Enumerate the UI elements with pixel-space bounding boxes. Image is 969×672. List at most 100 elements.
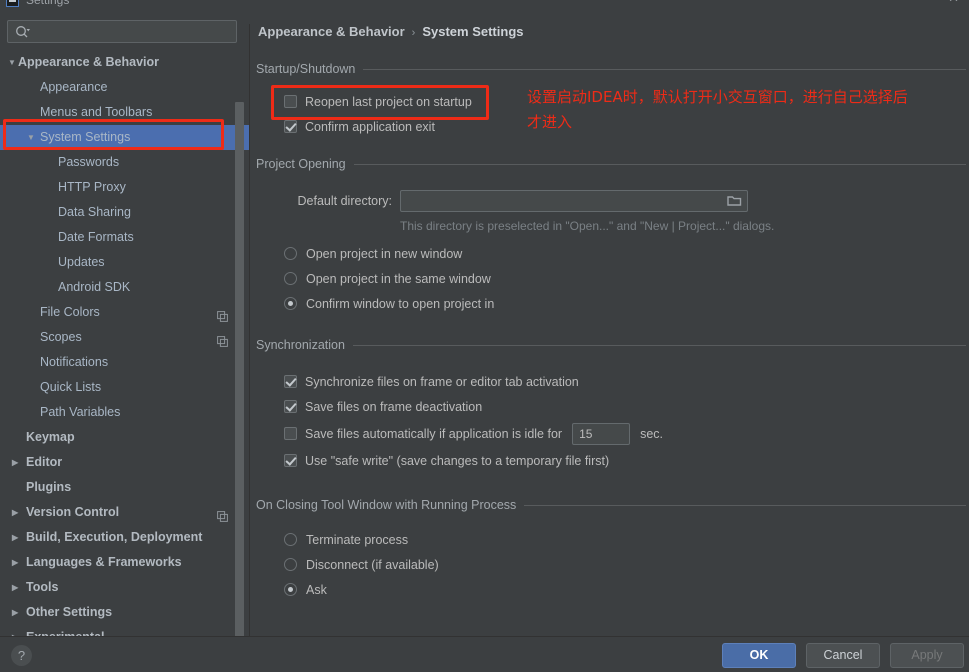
confirm-exit-checkbox-row[interactable]: Confirm application exit	[284, 114, 966, 139]
sidebar-item-editor[interactable]: ▶ Editor	[0, 450, 250, 475]
sidebar-scrollbar-track[interactable]	[235, 54, 247, 636]
project-opening-option-row[interactable]: Open project in new window	[284, 241, 966, 266]
search-input[interactable]	[36, 23, 232, 41]
confirm-application-exit-checkbox[interactable]	[284, 120, 297, 133]
breadcrumb-root[interactable]: Appearance & Behavior	[258, 24, 405, 39]
sidebar-item-quick-lists[interactable]: Quick Lists	[0, 375, 250, 400]
copy-icon[interactable]	[217, 506, 228, 522]
autosave-row[interactable]: Save files automatically if application …	[284, 419, 966, 448]
chevron-down-icon[interactable]: ▼	[27, 133, 37, 143]
safe-write-row[interactable]: Use "safe write" (save changes to a temp…	[284, 448, 966, 473]
project-opening-radio[interactable]	[284, 247, 297, 260]
sidebar-item-passwords[interactable]: Passwords	[0, 150, 250, 175]
autosave-seconds-input[interactable]	[572, 422, 631, 445]
window-title: Settings	[26, 0, 70, 7]
tool-window-label: Disconnect (if available)	[306, 557, 439, 572]
chevron-right-icon[interactable]: ▶	[12, 458, 22, 468]
sidebar-item-label: System Settings	[40, 130, 131, 144]
sidebar-item-experimental[interactable]: ▶Experimental	[0, 625, 250, 636]
tool-window-radio[interactable]	[284, 558, 297, 571]
group-separator-line	[524, 504, 966, 506]
sidebar-item-build-execution-deployment[interactable]: ▶ Build, Execution, Deployment	[0, 525, 250, 550]
sidebar-item-menus-and-toolbars[interactable]: Menus and Toolbars	[0, 100, 250, 125]
sidebar-item-tools[interactable]: ▶ Tools	[0, 575, 250, 600]
sidebar-item-keymap[interactable]: Keymap	[0, 425, 250, 450]
chevron-right-icon[interactable]: ▶	[12, 508, 22, 518]
sidebar-item-languages-frameworks[interactable]: ▶ Languages & Frameworks	[0, 550, 250, 575]
group-separator-line	[353, 163, 966, 165]
apply-button[interactable]: Apply	[890, 643, 964, 668]
sidebar-item-version-control[interactable]: ▶ Version Control	[0, 500, 250, 525]
chevron-down-icon[interactable]: ▼	[8, 58, 18, 68]
chevron-right-icon[interactable]: ▶	[12, 558, 22, 568]
sidebar-item-data-sharing[interactable]: Data Sharing	[0, 200, 250, 225]
project-opening-radio[interactable]	[284, 297, 297, 310]
save-files-deactivation-checkbox[interactable]	[284, 400, 297, 413]
sidebar-item-http-proxy[interactable]: HTTP Proxy	[0, 175, 250, 200]
settings-dialog: Settings ✕ ▼Appearance & BehaviorAppeara…	[0, 0, 969, 672]
sidebar-item-other-settings[interactable]: ▶ Other Settings	[0, 600, 250, 625]
save-on-deactivation-row[interactable]: Save files on frame deactivation	[284, 394, 966, 419]
sidebar-item-label: Languages & Frameworks	[26, 555, 182, 569]
synchronization-group: Synchronization Synchronize files on fra…	[256, 336, 966, 473]
close-icon[interactable]: ✕	[948, 0, 959, 6]
sidebar-item-scopes[interactable]: Scopes	[0, 325, 250, 350]
default-directory-input[interactable]	[400, 189, 748, 212]
tool-window-label: Ask	[306, 582, 327, 597]
project-opening-label: Open project in the same window	[306, 271, 491, 286]
ok-button[interactable]: OK	[722, 643, 796, 668]
project-opening-title: Project Opening	[256, 155, 966, 173]
sidebar-search-box[interactable]	[7, 20, 237, 43]
sidebar-item-file-colors[interactable]: File Colors	[0, 300, 250, 325]
sidebar-item-label: Build, Execution, Deployment	[26, 530, 203, 544]
sidebar-item-appearance-behavior[interactable]: ▼ Appearance & Behavior	[0, 50, 250, 75]
project-opening-option-row[interactable]: Confirm window to open project in	[284, 291, 966, 316]
sidebar-item-label: Date Formats	[58, 230, 134, 244]
sidebar-item-label: Scopes	[40, 330, 82, 344]
reopen-last-project-checkbox[interactable]	[284, 95, 297, 108]
cancel-button[interactable]: Cancel	[806, 643, 880, 668]
group-separator-line	[363, 68, 966, 70]
chevron-right-icon[interactable]: ▶	[12, 583, 22, 593]
autosave-idle-label: Save files automatically if application …	[305, 426, 563, 441]
sidebar-divider	[249, 24, 250, 636]
sidebar-item-path-variables[interactable]: Path Variables	[0, 400, 250, 425]
sidebar-item-system-settings[interactable]: ▼ System Settings	[0, 125, 250, 150]
tool-window-radio[interactable]	[284, 583, 297, 596]
sidebar-item-label: Tools	[26, 580, 59, 594]
sidebar-item-date-formats[interactable]: Date Formats	[0, 225, 250, 250]
autosave-idle-checkbox[interactable]	[284, 427, 297, 440]
default-directory-field-wrap	[400, 189, 748, 212]
project-opening-label: Open project in new window	[306, 246, 463, 261]
copy-icon[interactable]	[217, 331, 228, 347]
copy-icon[interactable]	[217, 306, 228, 322]
title-bar: Settings ✕	[0, 0, 969, 12]
sidebar-item-updates[interactable]: Updates	[0, 250, 250, 275]
sidebar-scrollbar-thumb[interactable]	[235, 102, 244, 636]
synchronize-files-checkbox[interactable]	[284, 375, 297, 388]
tool-window-option-row[interactable]: Disconnect (if available)	[284, 552, 966, 577]
sidebar-item-appearance[interactable]: Appearance	[0, 75, 250, 100]
tool-window-option-row[interactable]: Ask	[284, 577, 966, 602]
settings-sidebar: ▼ Appearance & Behavior Appearance Menus an…	[0, 12, 250, 636]
sidebar-item-notifications[interactable]: Notifications	[0, 350, 250, 375]
chevron-right-icon[interactable]: ▶	[12, 533, 22, 543]
dialog-footer: ? OK Cancel Apply	[0, 636, 969, 672]
tool-window-radio[interactable]	[284, 533, 297, 546]
sidebar-item-label: File Colors	[40, 305, 100, 319]
project-opening-option-row[interactable]: Open project in the same window	[284, 266, 966, 291]
help-icon[interactable]: ?	[11, 645, 32, 666]
breadcrumb: Appearance & Behavior › System Settings	[258, 24, 524, 39]
chevron-right-icon[interactable]: ▶	[12, 608, 22, 618]
annotation-text-line2: 才进入	[527, 113, 573, 131]
project-opening-radio[interactable]	[284, 272, 297, 285]
tool-window-option-row[interactable]: Terminate process	[284, 527, 966, 552]
reopen-last-project-label: Reopen last project on startup	[305, 94, 472, 109]
sidebar-item-plugins[interactable]: Plugins	[0, 475, 250, 500]
sync-files-row[interactable]: Synchronize files on frame or editor tab…	[284, 369, 966, 394]
safe-write-checkbox[interactable]	[284, 454, 297, 467]
folder-icon[interactable]	[727, 194, 742, 207]
search-icon	[15, 25, 31, 39]
sidebar-item-label: Updates	[58, 255, 105, 269]
sidebar-item-android-sdk[interactable]: Android SDK	[0, 275, 250, 300]
